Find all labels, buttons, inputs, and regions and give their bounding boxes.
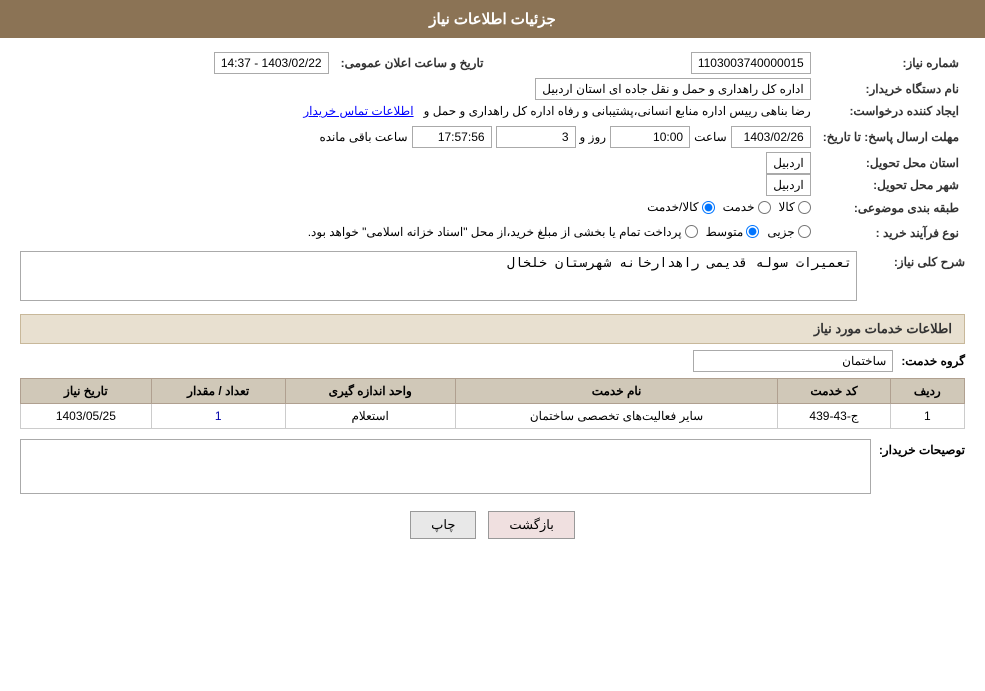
need-desc-wrap: تعمیرات سوله قدیمی راهدارخانه شهرستان خل…: [20, 251, 857, 304]
col-service-name: نام خدمت: [455, 379, 778, 404]
buyer-notes-textarea[interactable]: [20, 439, 871, 494]
service-group-label: گروه خدمت:: [901, 354, 965, 368]
purchase-type-label: نوع فرآیند خرید :: [817, 221, 965, 246]
cell-quantity: 1: [151, 404, 285, 429]
purchase-type-radio-mota[interactable]: [746, 225, 759, 238]
reply-deadline-row: مهلت ارسال پاسخ: تا تاریخ: 1403/02/26 سا…: [20, 122, 965, 152]
category-label: طبقه بندی موضوعی:: [817, 196, 965, 221]
purchase-type-label-mota: متوسط: [706, 225, 744, 239]
service-group-value: ساختمان: [693, 350, 893, 372]
services-section-header: اطلاعات خدمات مورد نیاز: [20, 314, 965, 344]
need-desc-textarea[interactable]: تعمیرات سوله قدیمی راهدارخانه شهرستان خل…: [20, 251, 857, 301]
category-label-kala: کالا: [779, 200, 795, 214]
button-row: بازگشت چاپ: [20, 511, 965, 539]
need-number-value: 1103003740000015: [691, 52, 811, 74]
reply-time-label: ساعت: [694, 130, 727, 144]
reply-deadline-label: مهلت ارسال پاسخ: تا تاریخ:: [817, 122, 965, 152]
back-button[interactable]: بازگشت: [488, 511, 574, 539]
category-option-kala-khedmat[interactable]: کالا/خدمت: [647, 200, 714, 214]
need-number-label: شماره نیاز:: [817, 48, 965, 78]
city-row: شهر محل تحویل: اردبیل: [20, 174, 965, 196]
category-radio-group: کالا خدمت کالا/خدمت: [647, 200, 811, 214]
buyer-notes-label: توصیحات خریدار:: [879, 439, 965, 457]
category-option-khedmat[interactable]: خدمت: [723, 200, 771, 214]
col-unit: واحد اندازه گیری: [285, 379, 455, 404]
category-option-kala[interactable]: کالا: [779, 200, 811, 214]
buyer-notes-section: توصیحات خریدار:: [20, 439, 965, 497]
province-value: اردبیل: [766, 152, 811, 174]
creator-contact-link[interactable]: اطلاعات تماس خریدار: [303, 104, 413, 118]
category-radio-kala-khedmat[interactable]: [702, 201, 715, 214]
content-area: شماره نیاز: 1103003740000015 تاریخ و ساع…: [0, 38, 985, 559]
category-row: طبقه بندی موضوعی: کالا خدمت: [20, 196, 965, 221]
service-group-row: گروه خدمت: ساختمان: [20, 350, 965, 372]
purchase-type-mota[interactable]: متوسط: [706, 225, 760, 239]
cell-date: 1403/05/25: [21, 404, 152, 429]
purchase-type-radio-esnad[interactable]: [685, 225, 698, 238]
table-row: 1 ج-43-439 سایر فعالیت‌های تخصصی ساختمان…: [21, 404, 965, 429]
creator-row: ایجاد کننده درخواست: رضا بناهی رییس ادار…: [20, 100, 965, 122]
buyer-org-row: نام دستگاه خریدار: اداره کل راهداری و حم…: [20, 78, 965, 100]
province-row: استان محل تحویل: اردبیل: [20, 152, 965, 174]
purchase-type-radio-jozi[interactable]: [798, 225, 811, 238]
category-label-kala-khedmat: کالا/خدمت: [647, 200, 698, 214]
reply-time: 10:00: [610, 126, 690, 148]
purchase-type-label-jozi: جزیی: [767, 225, 794, 239]
announce-date-label: تاریخ و ساعت اعلان عمومی:: [335, 48, 490, 78]
cell-unit: استعلام: [285, 404, 455, 429]
purchase-type-row: نوع فرآیند خرید : جزیی متوسط: [20, 221, 965, 246]
page-title: جزئیات اطلاعات نیاز: [429, 11, 556, 28]
reply-deadline-row-flex: 1403/02/26 ساعت 10:00 روز و 3 17:57:56 س…: [26, 126, 811, 148]
buyer-notes-wrap: [20, 439, 871, 497]
reply-date: 1403/02/26: [731, 126, 811, 148]
purchase-type-label-esnad: پرداخت تمام یا بخشی از مبلغ خرید،از محل …: [308, 225, 682, 239]
col-service-code: کد خدمت: [778, 379, 890, 404]
province-label: استان محل تحویل:: [817, 152, 965, 174]
need-desc-label: شرح کلی نیاز:: [865, 251, 965, 269]
reply-days-label: روز و: [580, 130, 607, 144]
city-label: شهر محل تحویل:: [817, 174, 965, 196]
buyer-org-value: اداره کل راهداری و حمل و نقل جاده ای است…: [535, 78, 810, 100]
col-date: تاریخ نیاز: [21, 379, 152, 404]
info-table: شماره نیاز: 1103003740000015 تاریخ و ساع…: [20, 48, 965, 245]
category-radio-khedmat[interactable]: [758, 201, 771, 214]
cell-service-name: سایر فعالیت‌های تخصصی ساختمان: [455, 404, 778, 429]
services-table: ردیف کد خدمت نام خدمت واحد اندازه گیری ت…: [20, 378, 965, 429]
reply-days: 3: [496, 126, 576, 148]
remaining-label: ساعت باقی مانده: [319, 130, 407, 144]
buyer-org-label: نام دستگاه خریدار:: [817, 78, 965, 100]
print-button[interactable]: چاپ: [410, 511, 476, 539]
purchase-type-radio-group: جزیی متوسط پرداخت تمام یا بخشی از مبلغ خ…: [308, 225, 811, 239]
city-value: اردبیل: [766, 174, 811, 196]
page-header: جزئیات اطلاعات نیاز: [0, 0, 985, 38]
purchase-type-jozi[interactable]: جزیی: [767, 225, 810, 239]
creator-label: ایجاد کننده درخواست:: [817, 100, 965, 122]
announce-date-value: 1403/02/22 - 14:37: [214, 52, 329, 74]
col-row-num: ردیف: [890, 379, 964, 404]
cell-row-num: 1: [890, 404, 964, 429]
category-label-khedmat: خدمت: [723, 200, 755, 214]
table-header-row: ردیف کد خدمت نام خدمت واحد اندازه گیری ت…: [21, 379, 965, 404]
need-desc-section: شرح کلی نیاز: تعمیرات سوله قدیمی راهدارخ…: [20, 251, 965, 304]
category-radio-kala[interactable]: [798, 201, 811, 214]
table-body: 1 ج-43-439 سایر فعالیت‌های تخصصی ساختمان…: [21, 404, 965, 429]
remaining-time: 17:57:56: [412, 126, 492, 148]
page-wrapper: جزئیات اطلاعات نیاز شماره نیاز: 11030037…: [0, 0, 985, 691]
purchase-type-esnad[interactable]: پرداخت تمام یا بخشی از مبلغ خرید،از محل …: [308, 225, 698, 239]
col-quantity: تعداد / مقدار: [151, 379, 285, 404]
cell-service-code: ج-43-439: [778, 404, 890, 429]
creator-value: رضا بناهی رییس اداره منابع انسانی،پشتیبا…: [424, 104, 811, 118]
need-number-row: شماره نیاز: 1103003740000015 تاریخ و ساع…: [20, 48, 965, 78]
